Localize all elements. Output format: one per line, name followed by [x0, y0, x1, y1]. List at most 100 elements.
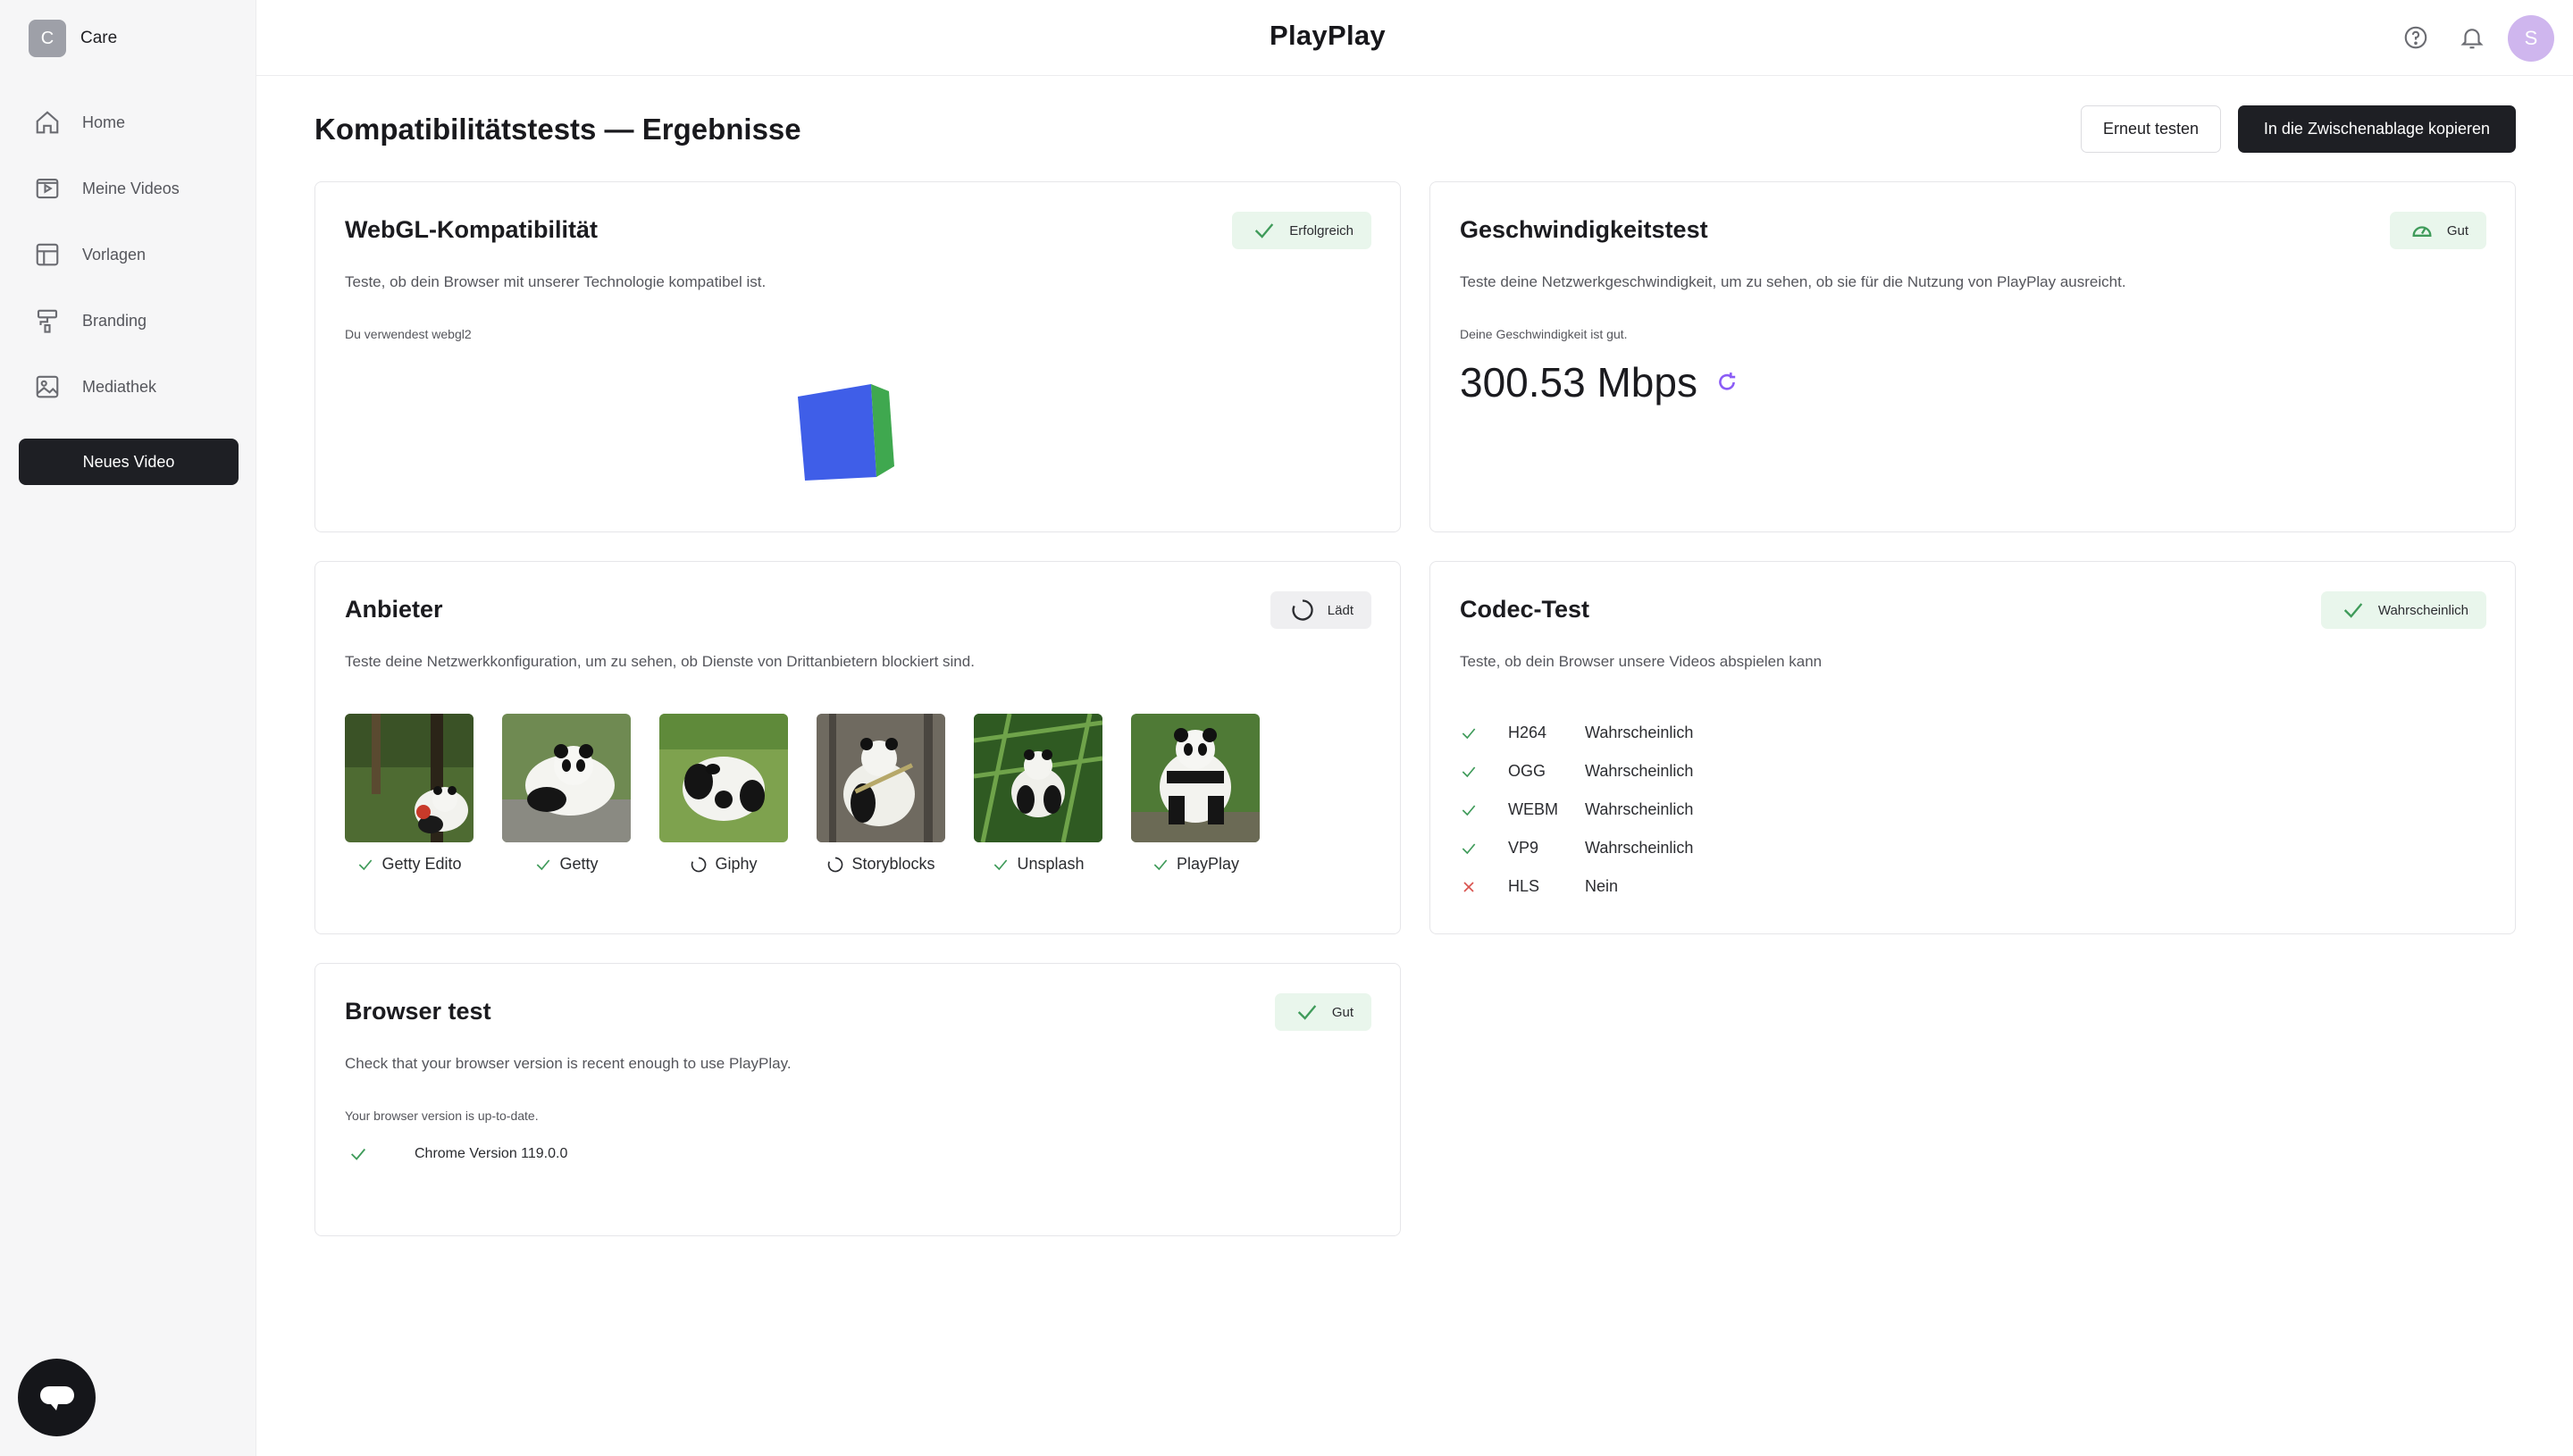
status-badge: Gut — [2389, 212, 2486, 249]
copy-to-clipboard-button[interactable]: In die Zwischenablage kopieren — [2238, 105, 2516, 153]
main-nav: Home Meine Videos Vorlagen Branding Medi… — [18, 89, 239, 420]
check-icon — [351, 1148, 366, 1160]
status-badge-label: Lädt — [1327, 602, 1354, 618]
provider-name: Getty — [559, 855, 599, 873]
speed-value: 300.53 Mbps — [1460, 358, 1739, 406]
card-title: Anbieter — [345, 596, 443, 623]
provider-name: Unsplash — [1017, 855, 1085, 873]
user-avatar[interactable]: S — [2508, 15, 2554, 62]
sidebar-item-label: Branding — [82, 311, 147, 330]
home-icon — [36, 111, 59, 134]
sidebar-item-videos[interactable]: Meine Videos — [18, 155, 239, 222]
sidebar-item-media[interactable]: Mediathek — [18, 354, 239, 420]
provider-label: Getty Edito — [356, 855, 462, 874]
codec-name: HLS — [1508, 877, 1540, 895]
provider-label: Unsplash — [992, 855, 1085, 874]
codec-result: Wahrscheinlich — [1585, 724, 1694, 741]
sidebar: C Care Home Meine Videos Vorlagen Brandi… — [0, 0, 256, 1456]
speed-note: Deine Geschwindigkeit ist gut. — [1460, 327, 1628, 341]
card-title: WebGL-Kompatibilität — [345, 216, 598, 243]
codec-name: OGG — [1508, 762, 1546, 780]
sidebar-item-label: Home — [82, 113, 126, 131]
check-icon — [1462, 727, 1476, 739]
panda-image — [502, 714, 631, 842]
new-video-button[interactable]: Neues Video — [19, 439, 239, 485]
check-icon — [537, 858, 550, 870]
card-title: Geschwindigkeitstest — [1460, 216, 1708, 243]
video-icon — [36, 178, 59, 199]
workspace-avatar: C — [29, 20, 66, 57]
provider-label: Giphy — [690, 855, 758, 874]
provider-item: Getty — [502, 714, 631, 874]
browser-note: Your browser version is up-to-date. — [345, 1109, 539, 1123]
status-badge: Lädt — [1270, 591, 1371, 629]
provider-label: PlayPlay — [1152, 855, 1239, 874]
status-badge: Erfolgreich — [1232, 212, 1371, 249]
card-description: Teste, ob dein Browser mit unserer Techn… — [345, 273, 767, 290]
card-description: Teste deine Netzwerkkonfiguration, um zu… — [345, 653, 975, 670]
spinner-icon — [691, 857, 707, 872]
notifications-button[interactable] — [2457, 22, 2487, 53]
card-title: Codec-Test — [1460, 596, 1590, 623]
codec-list: H264 Wahrscheinlich OGG Wahrscheinlich W… — [1460, 714, 1693, 906]
status-badge: Wahrscheinlich — [2320, 591, 2486, 629]
sidebar-item-label: Vorlagen — [82, 245, 147, 264]
card-description: Teste, ob dein Browser unsere Videos abs… — [1460, 653, 1823, 670]
webgl-cube-preview — [798, 384, 894, 481]
browser-version-row: Chrome Version 119.0.0 — [345, 1144, 567, 1164]
check-icon — [359, 858, 373, 870]
codec-result: Wahrscheinlich — [1585, 800, 1694, 818]
workspace-name: Care — [80, 29, 118, 47]
check-icon — [994, 858, 1008, 870]
status-badge-label: Gut — [1331, 1004, 1354, 1020]
codec-row: H264 Wahrscheinlich — [1460, 714, 1693, 752]
webgl-version-note: Du verwendest webgl2 — [345, 327, 472, 341]
provider-name: PlayPlay — [1176, 855, 1240, 873]
sidebar-item-templates[interactable]: Vorlagen — [18, 222, 239, 288]
codec-row: WEBM Wahrscheinlich — [1460, 791, 1693, 829]
sidebar-item-label: Meine Videos — [82, 179, 180, 197]
help-button[interactable] — [2401, 22, 2431, 53]
playplay-logo[interactable]: PlayPlay — [1270, 20, 1386, 52]
provider-item: Giphy — [659, 714, 788, 874]
codec-result: Nein — [1585, 877, 1619, 895]
cross-icon — [1463, 881, 1474, 892]
codec-name: H264 — [1508, 724, 1547, 741]
card-description: Teste deine Netzwerkgeschwindigkeit, um … — [1460, 273, 2126, 290]
check-icon — [2343, 603, 2363, 618]
chat-button[interactable] — [18, 1359, 96, 1436]
provider-name: Giphy — [715, 855, 758, 873]
chat-icon — [39, 1385, 74, 1410]
status-badge-label: Gut — [2446, 222, 2468, 238]
panda-image — [345, 714, 474, 842]
template-icon — [36, 243, 59, 266]
sidebar-item-home[interactable]: Home — [18, 89, 239, 155]
codec-card: Codec-Test Wahrscheinlich Teste, ob dein… — [1429, 561, 2516, 934]
status-badge: Gut — [1274, 993, 1371, 1031]
provider-item: Storyblocks — [817, 714, 945, 874]
codec-row: HLS Nein — [1460, 867, 1693, 906]
codec-name: WEBM — [1508, 800, 1558, 818]
help-icon — [2404, 26, 2427, 49]
codec-row: VP9 Wahrscheinlich — [1460, 829, 1693, 867]
top-header: PlayPlay S — [256, 0, 2573, 76]
sidebar-item-branding[interactable]: Branding — [18, 288, 239, 354]
provider-item: Getty Edito — [345, 714, 474, 874]
retest-button[interactable]: Erneut testen — [2081, 105, 2221, 153]
browser-version: Chrome Version 119.0.0 — [415, 1146, 568, 1161]
panda-image — [817, 714, 945, 842]
media-library-icon — [36, 375, 59, 398]
panda-image — [1131, 714, 1260, 842]
speed-value-text: 300.53 Mbps — [1460, 359, 1697, 406]
refresh-icon[interactable] — [1715, 371, 1739, 394]
sidebar-item-label: Mediathek — [82, 377, 157, 396]
check-icon — [1297, 1005, 1317, 1020]
check-icon — [1462, 804, 1476, 816]
provider-label: Storyblocks — [826, 855, 935, 874]
codec-result: Wahrscheinlich — [1585, 839, 1694, 857]
workspace-switcher[interactable]: C Care — [29, 20, 117, 57]
provider-name: Getty Edito — [381, 855, 462, 873]
provider-list: Getty Edito Getty Giphy Storyblocks Unsp… — [345, 714, 1260, 874]
paint-roller-icon — [37, 309, 58, 333]
status-badge-label: Erfolgreich — [1289, 222, 1354, 238]
